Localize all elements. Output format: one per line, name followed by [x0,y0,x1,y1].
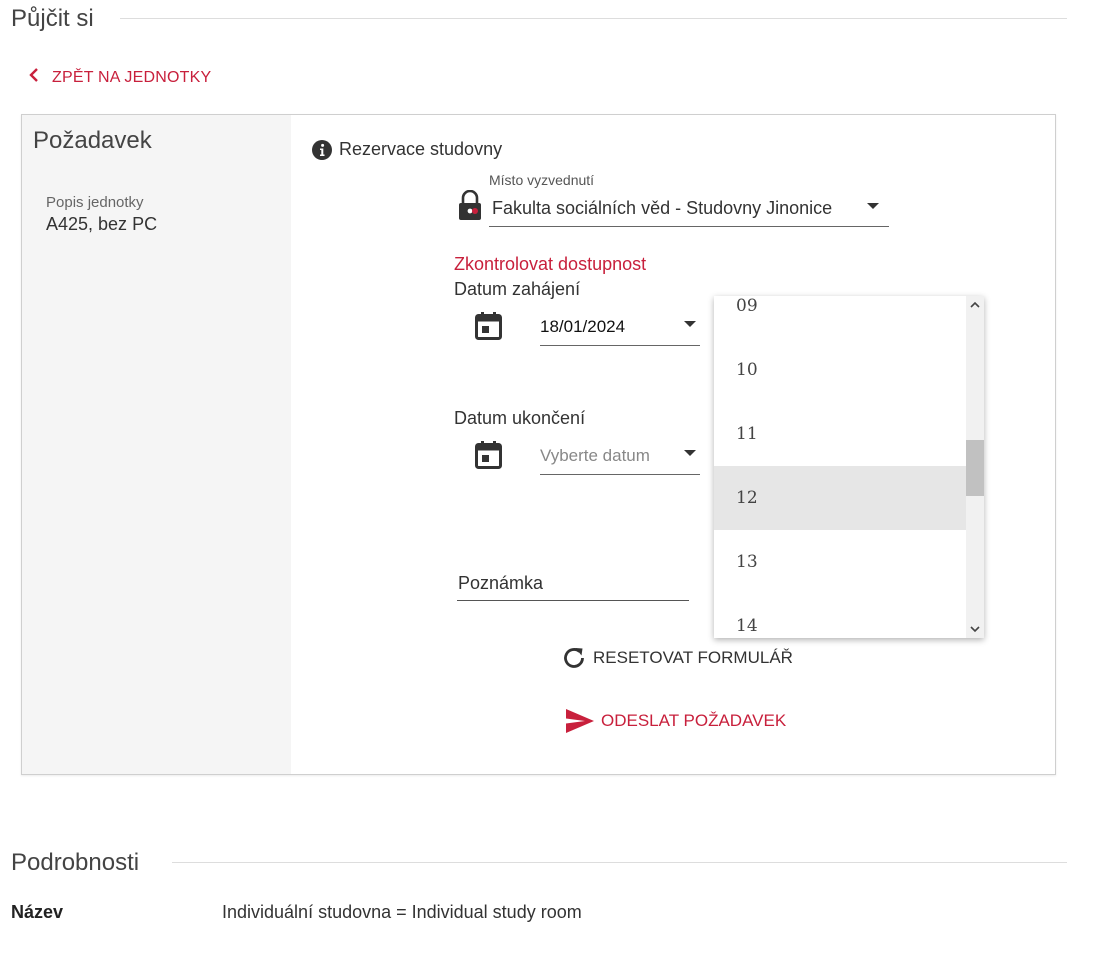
hour-option[interactable]: 10 [714,338,966,402]
details-section-title: Podrobnosti [11,849,140,876]
dropdown-scroll-thumb[interactable] [966,440,984,496]
hour-dropdown-list[interactable]: 09 10 11 12 13 14 [714,296,984,638]
borrow-section-title: Půjčit si [11,5,94,32]
pickup-underline [489,226,889,227]
calendar-icon[interactable] [475,441,502,469]
request-summary-panel: Požadavek Popis jednotky A425, bez PC [22,115,291,774]
back-to-units-link[interactable]: ZPĚT NA JEDNOTKY [29,68,211,87]
pickup-select[interactable]: Fakulta sociálních věd - Studovny Jinoni… [492,198,872,219]
section-divider [172,862,1067,863]
pickup-label: Místo vyzvednutí [489,172,595,188]
reservation-title: Rezervace studovny [339,139,503,159]
detail-name-label: Název [11,902,64,922]
submit-request-label: ODESLAT POŽADAVEK [601,711,787,730]
scroll-up-arrow-icon[interactable] [966,298,984,312]
hour-option[interactable]: 11 [714,402,966,466]
start-date-underline [540,345,700,346]
start-date-label: Datum zahájení [454,279,581,299]
unit-description-value: A425, bez PC [46,214,158,234]
lock-icon [457,189,483,227]
send-icon [565,708,595,734]
calendar-icon[interactable] [475,312,502,340]
scroll-down-arrow-icon[interactable] [966,622,984,636]
pickup-dropdown-icon[interactable] [867,203,879,209]
hour-option[interactable]: 14 [714,594,966,638]
end-date-underline [540,474,700,475]
end-date-input[interactable]: Vyberte datum [540,446,650,466]
end-date-dropdown-icon[interactable] [684,450,696,456]
start-date-dropdown-icon[interactable] [684,321,696,327]
unit-description-label: Popis jednotky [46,194,144,211]
reset-form-button[interactable]: RESETOVAT FORMULÁŘ [561,645,793,671]
start-date-input[interactable]: 18/01/2024 [540,317,625,337]
hour-option[interactable]: 13 [714,530,966,594]
refresh-icon [561,645,587,671]
back-link-label: ZPĚT NA JEDNOTKY [52,68,212,86]
detail-name-value: Individuální studovna = Individual study… [222,902,582,922]
section-divider [120,18,1067,19]
request-heading: Požadavek [33,127,152,154]
info-icon [312,140,332,165]
reset-form-label: RESETOVAT FORMULÁŘ [593,648,793,667]
hour-option-highlighted[interactable]: 12 [714,466,966,530]
hour-option[interactable]: 09 [714,296,966,338]
submit-request-button[interactable]: ODESLAT POŽADAVEK [565,708,786,734]
check-availability-link[interactable]: Zkontrolovat dostupnost [454,254,646,275]
note-field[interactable]: Poznámka [458,573,543,594]
end-date-label: Datum ukončení [454,408,586,428]
chevron-left-icon [29,68,39,87]
note-underline [457,600,689,601]
